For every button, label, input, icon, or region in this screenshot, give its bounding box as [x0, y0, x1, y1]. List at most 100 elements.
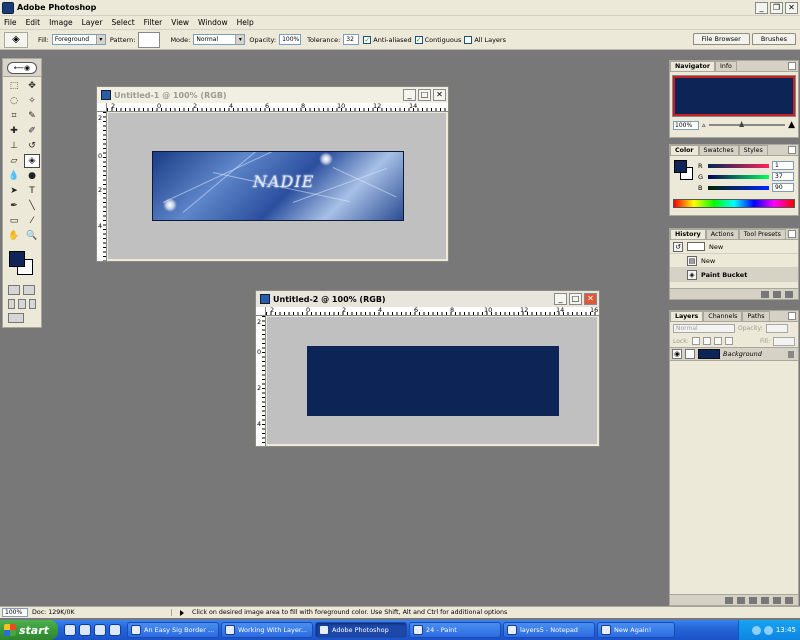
layer-opacity-input[interactable] [765, 324, 788, 333]
blend-mode-select[interactable]: Normal [673, 324, 735, 333]
palette-menu-icon[interactable] [788, 312, 796, 320]
browser-icon[interactable] [64, 624, 76, 636]
tab-actions[interactable]: Actions [705, 229, 739, 239]
screen-mode-standard-icon[interactable] [8, 299, 16, 309]
history-state-selected[interactable]: ◈ Paint Bucket [670, 268, 798, 282]
lasso-tool-icon[interactable]: ◌ [6, 94, 22, 108]
document-window-untitled-1[interactable]: Untitled-1 @ 100% (RGB) _ □ ✕ 2 0 2 4 6 … [96, 86, 449, 262]
paint-bucket-preset-icon[interactable]: ◈ [4, 31, 28, 48]
taskbar-item[interactable]: Working With Layer... [221, 622, 313, 638]
standard-mode-icon[interactable] [8, 285, 20, 295]
taskbar-item[interactable]: layers5 - Notepad [503, 622, 595, 638]
tab-channels[interactable]: Channels [703, 311, 743, 321]
tab-history[interactable]: History [670, 229, 706, 239]
document-window-untitled-2[interactable]: Untitled-2 @ 100% (RGB) _ □ ✕ 2 0 2 4 6 … [255, 290, 600, 447]
close-button[interactable]: ✕ [785, 1, 798, 14]
tab-tool-presets[interactable]: Tool Presets [738, 229, 786, 239]
blue-slider[interactable] [708, 185, 769, 190]
history-brush-source-icon[interactable]: ↺ [673, 241, 683, 252]
document-canvas[interactable]: NADIE [108, 113, 446, 259]
minimize-button[interactable]: _ [554, 293, 567, 305]
maximize-button[interactable]: □ [418, 89, 431, 101]
vertical-ruler[interactable]: 2 0 2 4 [256, 316, 266, 446]
blue-value-input[interactable]: 90 [772, 183, 794, 192]
brush-tool-icon[interactable]: ✐ [24, 124, 40, 138]
layer-mask-icon[interactable] [737, 596, 745, 604]
fill-select[interactable]: Foreground ▾ [51, 34, 106, 45]
navigator-zoom-input[interactable]: 100% [673, 120, 699, 130]
red-slider[interactable] [708, 163, 769, 168]
maximize-button[interactable]: □ [569, 293, 582, 305]
paint-bucket-tool-icon[interactable]: ◈ [24, 154, 40, 168]
zoom-tool-icon[interactable]: 🔍 [24, 229, 40, 243]
new-set-icon[interactable] [749, 596, 757, 604]
document-canvas[interactable] [267, 317, 597, 444]
network-icon[interactable] [751, 625, 761, 635]
dodge-tool-icon[interactable]: ● [24, 169, 40, 183]
feather-logo-icon[interactable]: ⟵◉ [7, 61, 37, 74]
close-button[interactable]: ✕ [433, 89, 446, 101]
slice-tool-icon[interactable]: ✎ [24, 109, 40, 123]
taskbar-item[interactable]: 24 - Paint [409, 622, 501, 638]
taskbar-item[interactable]: New Again! [597, 622, 675, 638]
eraser-tool-icon[interactable]: ▱ [6, 154, 22, 168]
horizontal-ruler[interactable]: 2 0 2 4 6 8 10 12 14 [107, 103, 448, 112]
zoom-out-icon[interactable]: ▵ [702, 121, 706, 129]
foreground-color-swatch[interactable] [9, 251, 25, 267]
taskbar-item-active[interactable]: Adobe Photoshop [315, 622, 407, 638]
adjustment-layer-icon[interactable] [761, 596, 769, 604]
menu-window[interactable]: Window [198, 18, 228, 27]
lock-transparency-icon[interactable] [691, 337, 700, 345]
layer-fill-input[interactable] [773, 336, 795, 346]
screen-mode-full-menu-icon[interactable] [18, 299, 26, 309]
crop-tool-icon[interactable]: ⌗ [6, 109, 22, 123]
hand-tool-icon[interactable]: ✋ [6, 229, 22, 243]
document-titlebar[interactable]: Untitled-1 @ 100% (RGB) _ □ ✕ [97, 87, 448, 103]
path-select-icon[interactable]: ➤ [6, 184, 22, 198]
tab-swatches[interactable]: Swatches [698, 145, 739, 155]
tab-navigator[interactable]: Navigator [670, 61, 715, 71]
menu-select[interactable]: Select [112, 18, 135, 27]
blur-tool-icon[interactable]: 💧 [6, 169, 22, 183]
tab-styles[interactable]: Styles [738, 145, 768, 155]
history-brush-icon[interactable]: ↺ [24, 139, 40, 153]
brush-link-icon[interactable] [685, 349, 695, 359]
trash-icon[interactable] [785, 596, 793, 604]
history-snapshot[interactable]: ↺ New [670, 240, 798, 254]
eye-icon[interactable]: ◉ [672, 349, 682, 359]
messenger-icon[interactable] [109, 624, 121, 636]
lock-position-icon[interactable] [713, 337, 722, 345]
contiguous-checkbox[interactable]: ✓ [414, 35, 423, 44]
all-layers-checkbox[interactable] [464, 35, 473, 44]
screen-mode-full-icon[interactable] [28, 299, 36, 309]
mode-select[interactable]: Normal ▾ [193, 34, 246, 45]
ruler-origin[interactable] [256, 307, 266, 316]
color-spectrum-bar[interactable] [673, 199, 795, 208]
quickmask-mode-icon[interactable] [23, 285, 35, 295]
trash-icon[interactable] [785, 290, 793, 298]
zoom-in-icon[interactable]: ▲ [788, 120, 795, 130]
jump-to-imageready-icon[interactable] [8, 313, 24, 323]
eyedropper-tool-icon[interactable]: ⁄ [24, 214, 40, 228]
vertical-ruler[interactable]: 2 0 2 4 [97, 112, 107, 261]
clock[interactable]: 13:45 [776, 626, 796, 634]
close-button[interactable]: ✕ [584, 293, 597, 305]
line-tool-icon[interactable]: ╲ [24, 199, 40, 213]
desktop-icon[interactable] [79, 624, 91, 636]
palette-menu-icon[interactable] [788, 230, 796, 238]
menu-edit[interactable]: Edit [26, 18, 41, 27]
clone-stamp-icon[interactable]: ⊥ [6, 139, 22, 153]
menu-image[interactable]: Image [49, 18, 73, 27]
notes-tool-icon[interactable]: ▭ [6, 214, 22, 228]
opacity-input[interactable]: 100% [279, 34, 302, 45]
lock-image-icon[interactable] [702, 337, 711, 345]
green-slider[interactable] [708, 174, 769, 179]
tab-info[interactable]: Info [714, 61, 737, 71]
layer-style-icon[interactable] [725, 596, 733, 604]
menu-file[interactable]: File [4, 18, 17, 27]
green-value-input[interactable]: 37 [772, 172, 794, 181]
palette-menu-icon[interactable] [788, 62, 796, 70]
tolerance-input[interactable]: 32 [343, 34, 360, 45]
navigator-zoom-slider[interactable] [708, 121, 786, 127]
marquee-tool-icon[interactable]: ⬚ [6, 79, 22, 93]
